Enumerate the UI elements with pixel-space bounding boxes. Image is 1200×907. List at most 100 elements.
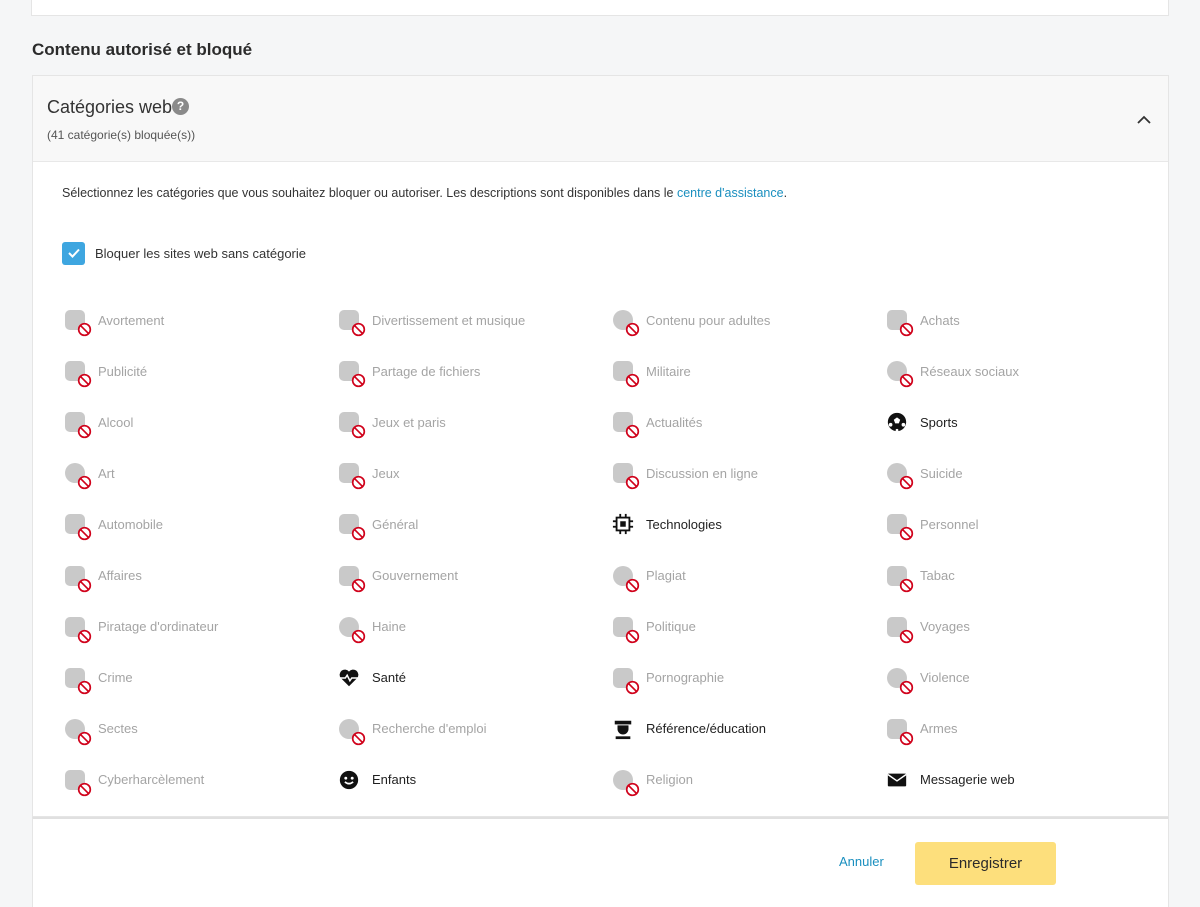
advertising-icon (62, 358, 92, 388)
category-item[interactable]: Art (62, 458, 115, 490)
plagiarism-icon (610, 563, 640, 592)
category-label: Sports (920, 414, 958, 430)
category-item[interactable]: Cyberharcèlement (62, 765, 204, 797)
category-item[interactable]: Santé (336, 663, 406, 693)
category-label: Piratage d'ordinateur (98, 619, 219, 635)
soccer-ball-icon (884, 409, 910, 435)
category-item[interactable]: Recherche d'emploi (336, 714, 487, 745)
category-label: Crime (98, 670, 133, 686)
military-icon (610, 358, 640, 388)
category-label: Général (372, 516, 419, 532)
category-label: Militaire (646, 363, 691, 379)
category-item[interactable]: Alcool (62, 407, 133, 439)
category-item[interactable]: Affaires (62, 561, 142, 592)
smiley-icon (336, 767, 362, 793)
category-item[interactable]: Technologies (610, 509, 722, 539)
pornography-icon (610, 665, 640, 694)
art-palette-icon (62, 460, 92, 490)
category-item[interactable]: Religion (610, 765, 693, 797)
cyberbullying-icon (62, 767, 92, 797)
category-item[interactable]: Pornographie (610, 663, 725, 694)
suicide-icon (884, 460, 914, 490)
government-icon (336, 563, 366, 592)
category-label: Actualités (646, 414, 703, 430)
category-label: Jeux (372, 465, 400, 481)
category-label: Achats (920, 312, 960, 328)
category-item[interactable]: Avortement (62, 305, 164, 337)
category-label: Automobile (98, 516, 164, 532)
category-label: Violence (920, 670, 970, 686)
category-label: Sectes (98, 721, 138, 737)
category-label: Contenu pour adultes (646, 312, 771, 328)
category-item[interactable]: Achats (884, 305, 960, 337)
news-icon (610, 409, 640, 439)
category-label: Partage de fichiers (372, 363, 481, 379)
chip-icon (610, 511, 636, 537)
category-item[interactable]: Violence (884, 663, 970, 694)
category-label: Tabac (920, 568, 955, 583)
category-item[interactable]: Publicité (62, 356, 147, 388)
category-label: Jeux et paris (372, 414, 446, 430)
heart-pulse-icon (336, 665, 362, 691)
envelope-icon (884, 767, 910, 793)
gambling-icon (336, 409, 366, 439)
category-item[interactable]: Jeux (336, 458, 400, 490)
category-item[interactable]: Automobile (62, 509, 164, 541)
category-label: Divertissement et musique (372, 312, 526, 328)
briefcase-icon (62, 563, 92, 592)
category-item[interactable]: Sports (884, 407, 958, 437)
shopping-cart-icon (884, 307, 914, 337)
category-item[interactable]: Armes (884, 714, 958, 745)
save-button[interactable]: Enregistrer (915, 842, 1056, 885)
entertainment-icon (336, 307, 366, 337)
car-icon (62, 511, 92, 541)
category-item[interactable]: Enfants (336, 765, 416, 795)
category-item[interactable]: Réseaux sociaux (884, 356, 1019, 388)
religion-icon (610, 767, 640, 797)
category-item[interactable]: Crime (62, 663, 133, 694)
category-label: Plagiat (646, 568, 686, 583)
graduation-icon (610, 716, 636, 742)
category-item[interactable]: Référence/éducation (610, 714, 766, 744)
category-item[interactable]: Piratage d'ordinateur (62, 612, 219, 643)
footer-actions: Annuler Enregistrer (32, 817, 1169, 907)
hate-icon (336, 614, 366, 643)
category-item[interactable]: Militaire (610, 356, 691, 388)
category-label: Haine (372, 619, 406, 635)
crime-icon (62, 665, 92, 694)
category-label: Voyages (920, 619, 970, 635)
category-label: Référence/éducation (646, 721, 766, 737)
category-item[interactable]: Jeux et paris (336, 407, 446, 439)
category-item[interactable]: Général (336, 509, 419, 541)
violence-icon (884, 665, 914, 694)
category-label: Gouvernement (372, 568, 458, 583)
category-item[interactable]: Divertissement et musique (336, 305, 526, 337)
category-item[interactable]: Sectes (62, 714, 138, 745)
category-item[interactable]: Plagiat (610, 561, 686, 592)
category-label: Discussion en ligne (646, 465, 759, 481)
category-item[interactable]: Discussion en ligne (610, 458, 759, 490)
tobacco-icon (884, 563, 914, 592)
category-item[interactable]: Voyages (884, 612, 970, 643)
category-item[interactable]: Actualités (610, 407, 703, 439)
category-label: Santé (372, 670, 406, 686)
previous-card (31, 0, 1169, 16)
category-label: Politique (646, 619, 696, 635)
category-item[interactable]: Suicide (884, 458, 963, 490)
category-item[interactable]: Messagerie web (884, 765, 1015, 795)
category-label: Pornographie (646, 670, 725, 686)
weapons-icon (884, 716, 914, 745)
category-item[interactable]: Haine (336, 612, 406, 643)
category-item[interactable]: Gouvernement (336, 561, 458, 592)
category-label: Affaires (98, 568, 142, 583)
category-item[interactable]: Politique (610, 612, 696, 643)
category-item[interactable]: Personnel (884, 509, 979, 541)
category-item[interactable]: Partage de fichiers (336, 356, 481, 388)
category-item[interactable]: Tabac (884, 561, 955, 592)
abortion-icon (62, 307, 92, 337)
category-label: Suicide (920, 465, 963, 481)
hacking-icon (62, 614, 92, 643)
alcohol-icon (62, 409, 92, 439)
cancel-button[interactable]: Annuler (839, 854, 884, 869)
category-item[interactable]: Contenu pour adultes (610, 305, 771, 337)
